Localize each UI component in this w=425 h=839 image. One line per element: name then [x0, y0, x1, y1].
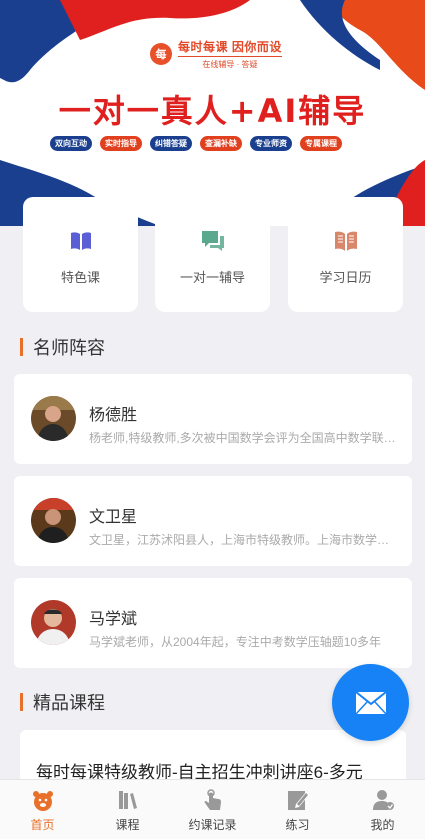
teacher-name: 马学斌: [89, 611, 138, 628]
tab-label: 练习: [285, 818, 310, 832]
banner-tag: 查漏补缺: [200, 136, 242, 151]
quick-entry-featured-courses[interactable]: 特色课: [23, 197, 138, 312]
section-title-text: 精品课程: [33, 693, 105, 713]
brand-logo: 每: [150, 43, 172, 65]
quick-entry-label: 特色课: [60, 270, 100, 285]
chat-icon: [201, 231, 224, 251]
books-icon: [118, 791, 137, 809]
teacher-card[interactable]: 杨德胜 杨老师,特级教师,多次被中国数学会评为全国高中数学联赛优秀教练员: [14, 374, 412, 464]
teacher-avatar: [31, 498, 76, 543]
teacher-name: 文卫星: [89, 509, 138, 526]
tab-label: 首页: [30, 818, 55, 832]
brand: 每 每时每课 因你而设 在线辅导 · 答疑: [150, 38, 282, 70]
teacher-card[interactable]: 文卫星 文卫星，江苏沭阳县人，上海市特级教师。上海市数学学会会员: [14, 476, 412, 566]
edit-icon: [287, 791, 309, 810]
banner-tag: 纠错答疑: [150, 136, 192, 151]
teacher-card[interactable]: 马学斌 马学斌老师，从2004年起，专注中考数学压轴题10多年: [14, 578, 412, 668]
banner-tag: 专业师资: [250, 136, 292, 151]
section-accent-bar: [20, 693, 23, 711]
courses-section-title: 精品课程: [20, 692, 105, 713]
teacher-description: 杨老师,特级教师,多次被中国数学会评为全国高中数学联赛优秀教练员: [89, 431, 397, 445]
section-accent-bar: [20, 338, 23, 356]
home-icon: [32, 791, 53, 811]
banner[interactable]: 每 每时每课 因你而设 在线辅导 · 答疑 一对一真人+AI辅导 双向互动 实时指…: [0, 0, 425, 226]
open-book-icon: [334, 231, 357, 251]
teacher-avatar: [31, 600, 76, 645]
banner-tags: 双向互动 实时指导 纠错答疑 查漏补缺 专业师资 专属课程: [50, 136, 342, 151]
tab-courses[interactable]: 课程: [85, 780, 170, 839]
teacher-name: 杨德胜: [89, 407, 138, 424]
banner-tag: 双向互动: [50, 136, 92, 151]
user-icon: [372, 790, 394, 810]
tap-icon: [204, 789, 221, 810]
tab-practice[interactable]: 练习: [255, 780, 340, 839]
quick-entry-label: 一对一辅导: [179, 270, 245, 285]
bottom-tab-bar: 首页 课程 约课记录 练习 我的: [0, 779, 425, 839]
quick-entry-label: 学习日历: [319, 270, 372, 285]
banner-headline: 一对一真人+AI辅导: [58, 92, 367, 130]
book-icon: [70, 232, 91, 250]
tab-label: 我的: [370, 818, 395, 832]
mail-icon: [354, 690, 387, 715]
tab-label: 约课记录: [188, 818, 237, 832]
tab-label: 课程: [115, 818, 140, 832]
tab-home[interactable]: 首页: [0, 780, 85, 839]
teacher-description: 文卫星，江苏沭阳县人，上海市特级教师。上海市数学学会会员: [89, 533, 397, 547]
banner-tag: 专属课程: [300, 136, 342, 151]
teacher-avatar: [31, 396, 76, 441]
brand-name: 每时每课 因你而设: [178, 38, 282, 57]
brand-subtitle: 在线辅导 · 答疑: [202, 60, 258, 69]
tab-mine[interactable]: 我的: [340, 780, 425, 839]
teacher-description: 马学斌老师，从2004年起，专注中考数学压轴题10多年: [89, 635, 382, 649]
section-title-text: 名师阵容: [33, 338, 105, 358]
message-fab-button[interactable]: [332, 664, 409, 741]
teachers-section-title: 名师阵容: [20, 337, 105, 358]
banner-tag: 实时指导: [100, 136, 142, 151]
quick-entry-tutoring[interactable]: 一对一辅导: [155, 197, 270, 312]
tab-booking-records[interactable]: 约课记录: [170, 780, 255, 839]
quick-entry-calendar[interactable]: 学习日历: [288, 197, 403, 312]
